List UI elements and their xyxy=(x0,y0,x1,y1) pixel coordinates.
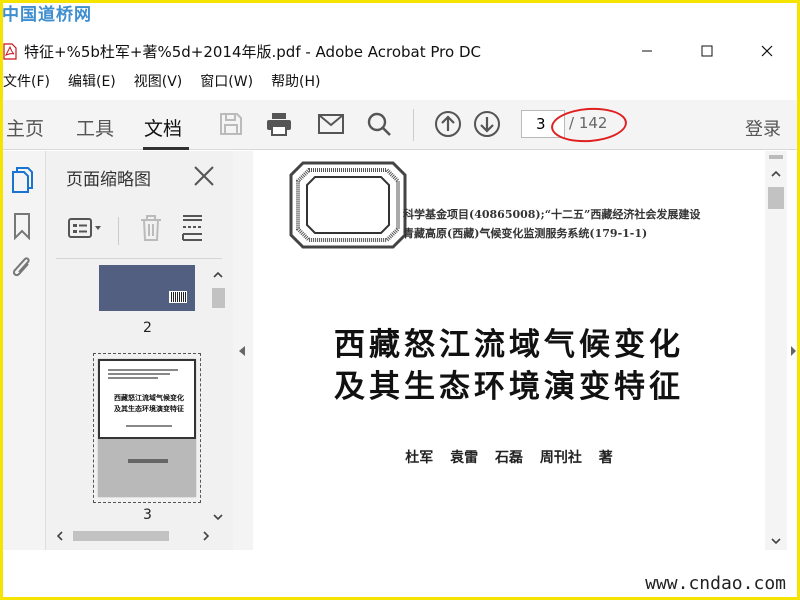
thumbnail-cover-bottom xyxy=(98,439,196,497)
maximize-icon xyxy=(701,45,713,57)
bookmark-icon xyxy=(14,213,30,240)
save-icon xyxy=(220,113,242,135)
thumbnail-title-line: 西藏怒江流域气候变化 xyxy=(114,393,184,402)
thumbnail-horizontal-scrollbar[interactable] xyxy=(51,527,211,545)
tiny-text-line xyxy=(108,377,158,379)
active-tab-indicator xyxy=(143,147,189,150)
panel-toolbar xyxy=(46,213,234,251)
maximize-button[interactable] xyxy=(677,36,737,66)
minimize-button[interactable] xyxy=(617,36,677,66)
watermark-top: 中国道桥网 xyxy=(2,5,92,25)
document-view[interactable]: 科学基金项目(40865008);“十二五”西藏经济社会发展建设 青藏高原(西藏… xyxy=(253,151,765,550)
barcode-graphic xyxy=(169,291,187,303)
page-thumbnails-button[interactable] xyxy=(7,165,37,195)
rotate-pages-button[interactable] xyxy=(178,213,208,243)
menu-view[interactable]: 视图(V) xyxy=(134,71,183,91)
book-title-line-1: 西藏怒江流域气候变化 xyxy=(334,327,684,363)
thumbnail-label: 3 xyxy=(143,507,152,523)
previous-page-button[interactable] xyxy=(432,108,464,140)
funding-line: 青藏高原(西藏)气候变化监测服务系统(179-1-1) xyxy=(403,227,648,240)
thumbnail-cover-top: 西藏怒江流域气候变化 及其生态环境演变特征 xyxy=(98,359,196,439)
title-bar: 特征+%5b杜军+著%5d+2014年版.pdf - Adobe Acrobat… xyxy=(3,36,797,66)
pdf-file-icon xyxy=(3,42,17,60)
scroll-down-icon xyxy=(771,538,781,545)
panel-title: 页面缩略图 xyxy=(66,170,151,190)
thumbnail-options-button[interactable] xyxy=(66,213,106,243)
next-page-button[interactable] xyxy=(471,108,503,140)
tool-separator xyxy=(118,217,119,245)
window-controls xyxy=(617,36,797,66)
scroll-right-icon xyxy=(203,531,210,541)
minimize-icon xyxy=(642,50,652,52)
thumbnail-vertical-scrollbar[interactable] xyxy=(209,266,227,524)
close-window-button[interactable] xyxy=(737,36,797,66)
publisher-mark xyxy=(128,459,168,463)
save-button[interactable] xyxy=(215,108,247,140)
scroll-up-icon xyxy=(771,170,781,177)
options-menu-icon xyxy=(68,218,101,238)
scrollbar-thumb[interactable] xyxy=(768,187,784,209)
thumbnail-page-2[interactable] xyxy=(99,265,195,311)
scroll-up-icon xyxy=(213,271,223,278)
panel-collapse-bar[interactable] xyxy=(233,151,253,550)
bookmarks-button[interactable] xyxy=(7,211,37,241)
scrollbar-thumb[interactable] xyxy=(73,531,169,541)
scrollbar-thumb[interactable] xyxy=(212,288,225,308)
search-icon xyxy=(367,112,391,136)
menu-bar: 文件(F) 编辑(E) 视图(V) 窗口(W) 帮助(H) xyxy=(3,71,339,91)
toolbar: 主页 工具 文档 3 / 142 登录 xyxy=(3,100,797,150)
scroll-top-marker xyxy=(769,155,783,159)
trash-icon xyxy=(141,215,161,241)
search-button[interactable] xyxy=(363,108,395,140)
thumbnails-panel: 页面缩略图 2 西藏怒江流域气候变化 及其生态环境演变特征 3 xyxy=(45,151,233,550)
thumbnail-label: 2 xyxy=(143,320,152,336)
print-icon xyxy=(267,113,291,136)
window-title: 特征+%5b杜军+著%5d+2014年版.pdf - Adobe Acrobat… xyxy=(24,42,481,61)
authors: 杜军 袁雷 石磊 周刊社 著 xyxy=(405,450,613,466)
toolbar-separator xyxy=(413,109,414,141)
close-icon xyxy=(761,45,773,57)
attachments-button[interactable] xyxy=(7,253,37,283)
menu-edit[interactable]: 编辑(E) xyxy=(68,71,116,91)
email-button[interactable] xyxy=(315,108,347,140)
collapse-arrow-icon xyxy=(239,346,245,356)
panel-divider xyxy=(56,258,222,259)
expand-arrow-icon xyxy=(791,346,796,356)
thumbnail-title-line: 及其生态环境演变特征 xyxy=(114,404,184,413)
menu-window[interactable]: 窗口(W) xyxy=(200,71,253,91)
pages-icon xyxy=(12,167,33,193)
book-title-line-2: 及其生态环境演变特征 xyxy=(334,369,684,405)
scroll-down-icon xyxy=(213,514,223,521)
document-vertical-scrollbar[interactable] xyxy=(765,151,787,550)
tab-home[interactable]: 主页 xyxy=(6,114,44,141)
watermark-bottom: www.cndao.com xyxy=(645,573,786,594)
menu-file[interactable]: 文件(F) xyxy=(3,71,50,91)
page-up-icon xyxy=(435,111,461,137)
print-button[interactable] xyxy=(263,108,295,140)
tab-document[interactable]: 文档 xyxy=(144,114,182,141)
attachment-icon xyxy=(12,257,30,277)
close-icon xyxy=(194,166,214,186)
tiny-text-line xyxy=(126,425,172,427)
page-down-icon xyxy=(474,111,500,137)
rotate-page-icon xyxy=(182,215,202,241)
email-icon xyxy=(318,114,344,134)
left-rail xyxy=(3,151,45,550)
menu-help[interactable]: 帮助(H) xyxy=(271,71,320,91)
tiny-text-line xyxy=(108,369,178,371)
right-edge xyxy=(787,151,797,550)
tab-tools[interactable]: 工具 xyxy=(76,114,114,141)
thumbnail-page-3[interactable]: 西藏怒江流域气候变化 及其生态环境演变特征 xyxy=(98,359,196,497)
delete-page-button[interactable] xyxy=(136,213,166,243)
library-stamp xyxy=(289,161,407,249)
tiny-text-line xyxy=(108,373,170,375)
funding-line: 科学基金项目(40865008);“十二五”西藏经济社会发展建设 xyxy=(403,208,701,221)
panel-close-button[interactable] xyxy=(193,165,215,187)
login-link[interactable]: 登录 xyxy=(745,115,781,141)
scroll-left-icon xyxy=(56,531,63,541)
